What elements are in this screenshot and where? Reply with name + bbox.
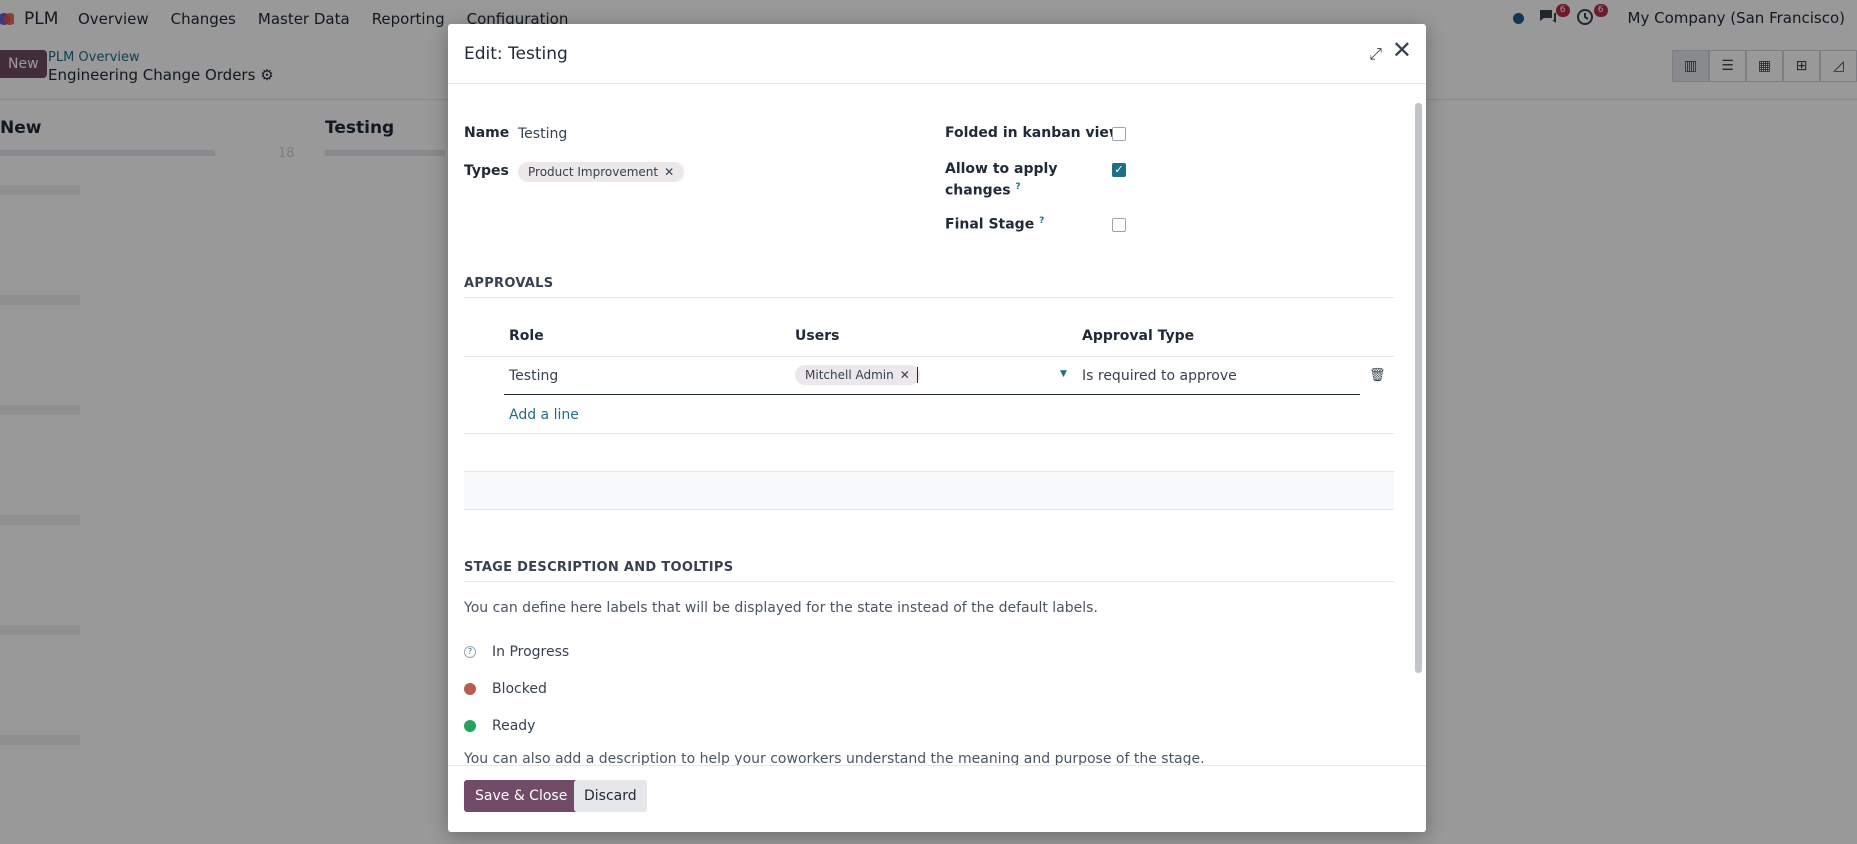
allow-label-line1: Allow to apply — [945, 161, 1058, 177]
ready-label[interactable]: Ready — [492, 718, 535, 734]
remove-tag-icon[interactable]: ✕ — [664, 165, 674, 179]
help-icon[interactable]: ? — [1015, 182, 1020, 192]
final-stage-label: Final Stage ? — [945, 216, 1044, 233]
row-divider-1 — [464, 433, 1394, 434]
stage-description-title: STAGE DESCRIPTION AND TOOLTIPS — [464, 560, 1394, 582]
stage-description-intro: You can define here labels that will be … — [464, 600, 1098, 616]
final-stage-checkbox[interactable] — [1112, 218, 1126, 232]
remove-user-icon[interactable]: ✕ — [900, 368, 910, 382]
text-cursor — [917, 367, 918, 383]
expand-icon[interactable]: ⤢ — [1369, 44, 1382, 64]
allow-label: Allow to apply — [945, 161, 1057, 177]
ready-dot-icon — [464, 720, 476, 732]
types-label: Types — [464, 163, 509, 179]
dialog-scrollbar[interactable] — [1414, 91, 1422, 759]
dialog-title: Edit: Testing — [464, 44, 568, 64]
in-progress-label[interactable]: In Progress — [492, 644, 569, 660]
stage-description-outro: You can also add a description to help y… — [464, 751, 1205, 765]
users-header[interactable]: Users — [795, 328, 839, 344]
name-label: Name — [464, 125, 510, 141]
blocked-dot-icon — [464, 683, 476, 695]
state-in-progress[interactable]: ? In Progress — [464, 644, 569, 660]
close-icon[interactable]: ✕ — [1392, 38, 1412, 62]
folded-label: Folded in kanban view — [945, 125, 1122, 141]
allow-label-2: changes ? — [945, 182, 1021, 199]
dialog-header: Edit: Testing ⤢ ✕ — [448, 24, 1426, 84]
approval-role-cell[interactable]: Testing — [509, 368, 558, 384]
discard-button[interactable]: Discard — [574, 780, 647, 812]
allow-label-line2: changes — [945, 182, 1011, 199]
user-tag[interactable]: Mitchell Admin ✕ — [795, 365, 920, 385]
in-progress-icon: ? — [464, 646, 476, 658]
name-field[interactable]: Testing — [518, 126, 567, 142]
save-close-button[interactable]: Save & Close — [464, 780, 579, 812]
approval-row[interactable]: Testing Mitchell Admin ✕ ▼ Is required to… — [504, 357, 1360, 395]
approval-type-header[interactable]: Approval Type — [1082, 328, 1194, 344]
folded-checkbox[interactable] — [1112, 127, 1126, 141]
dialog-body: Name Testing Types Product Improvement ✕ … — [448, 85, 1426, 765]
final-stage-text: Final Stage — [945, 216, 1035, 233]
state-blocked[interactable]: Blocked — [464, 681, 547, 697]
delete-row-icon[interactable]: 🗑 — [1369, 368, 1386, 383]
add-line-link[interactable]: Add a line — [509, 407, 579, 423]
approvals-section-title: APPROVALS — [464, 276, 1394, 298]
row-divider-3 — [464, 509, 1394, 510]
blocked-label[interactable]: Blocked — [492, 681, 547, 697]
role-header[interactable]: Role — [509, 328, 544, 344]
dropdown-caret-icon[interactable]: ▼ — [1060, 369, 1067, 379]
approval-type-cell[interactable]: Is required to approve — [1082, 368, 1237, 384]
empty-row — [464, 472, 1394, 509]
dialog-footer: Save & Close Discard — [448, 765, 1426, 832]
edit-stage-dialog: Edit: Testing ⤢ ✕ Name Testing Types Pro… — [448, 24, 1426, 832]
help-icon[interactable]: ? — [1039, 216, 1044, 226]
type-tag-label: Product Improvement — [528, 165, 659, 179]
state-ready[interactable]: Ready — [464, 718, 535, 734]
user-tag-label: Mitchell Admin — [805, 368, 894, 382]
allow-apply-checkbox[interactable]: ✓ — [1112, 163, 1126, 177]
type-tag[interactable]: Product Improvement ✕ — [518, 162, 685, 182]
